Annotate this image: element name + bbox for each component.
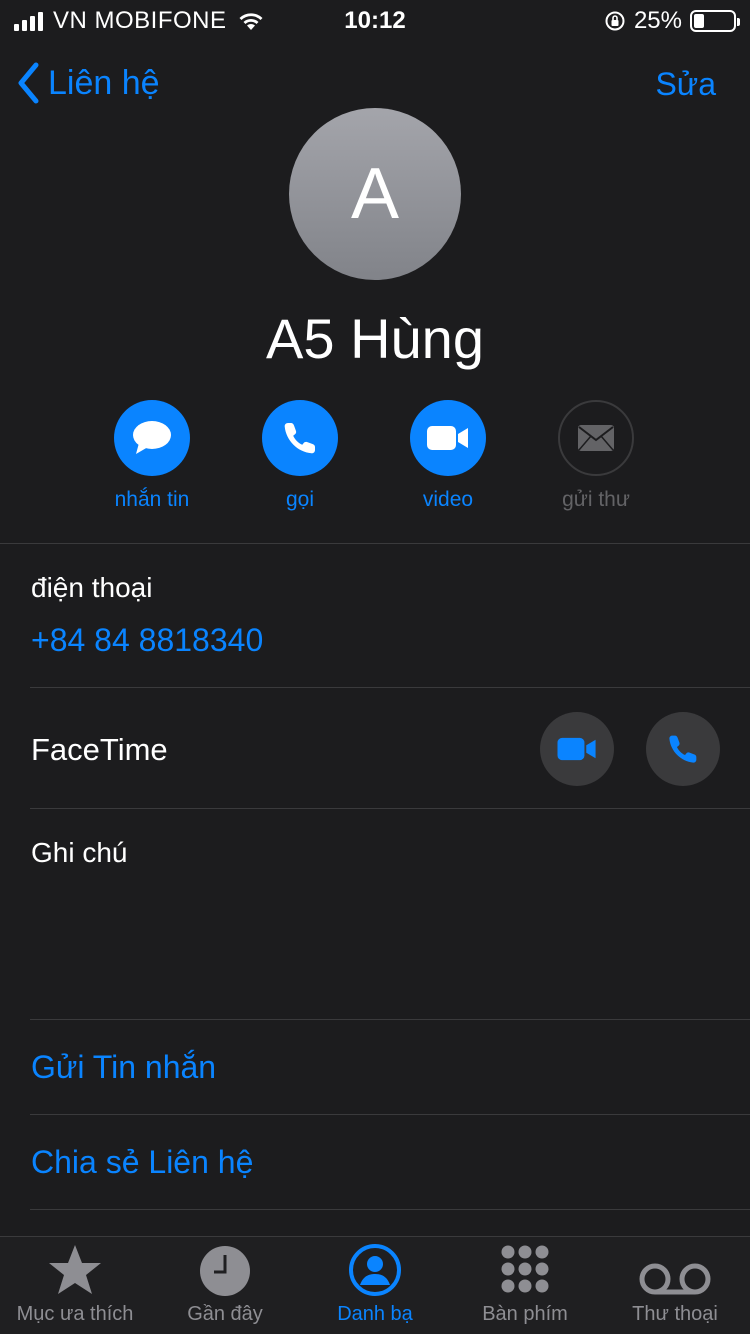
- keypad-icon: [501, 1245, 549, 1293]
- divider: [0, 543, 750, 544]
- tab-label: Mục ưa thích: [16, 1303, 134, 1325]
- phone-icon: [284, 423, 315, 454]
- contact-name: A5 Hùng: [266, 307, 484, 370]
- divider: [30, 808, 750, 809]
- avatar: A: [289, 108, 461, 280]
- send-message-link[interactable]: Gửi Tin nhắn: [31, 1049, 216, 1086]
- tab-bar: Mục ưa thích Gần đây Danh bạ Bàn phím Th…: [0, 1236, 750, 1334]
- status-right: 25%: [604, 7, 740, 35]
- tab-keypad[interactable]: Bàn phím: [450, 1237, 600, 1334]
- message-button[interactable]: nhắn tin: [87, 400, 217, 512]
- mail-icon: [578, 425, 614, 451]
- tab-voicemail[interactable]: Thư thoại: [600, 1237, 750, 1334]
- video-label: video: [422, 488, 474, 511]
- message-icon: [133, 421, 171, 454]
- navigation-bar: Liên hệ Sửa: [0, 58, 750, 114]
- tab-icon-wrap: [600, 1237, 750, 1303]
- back-label: Liên hệ: [48, 63, 160, 102]
- orientation-lock-icon: [605, 11, 625, 31]
- message-label: nhắn tin: [114, 488, 190, 511]
- tab-icon-wrap: [0, 1237, 150, 1303]
- divider: [30, 687, 750, 688]
- divider: [30, 1209, 750, 1210]
- back-button[interactable]: Liên hệ: [16, 62, 160, 104]
- tab-label: Danh bạ: [337, 1303, 413, 1325]
- contact-actions: nhắn tin gọi video gửi thư: [0, 400, 750, 520]
- tab-contacts[interactable]: Danh bạ: [300, 1237, 450, 1334]
- tab-icon-wrap: [300, 1237, 450, 1303]
- edit-button[interactable]: Sửa: [655, 66, 716, 103]
- battery-percent: 25%: [633, 7, 682, 34]
- avatar-initial: A: [350, 154, 400, 234]
- tab-label: Gần đây: [187, 1303, 263, 1325]
- voicemail-icon: [639, 1263, 711, 1295]
- battery-level: [694, 14, 704, 28]
- battery-icon: [690, 10, 740, 32]
- phone-icon: [669, 735, 697, 763]
- video-icon: [557, 737, 596, 761]
- phone-label: điện thoại: [31, 572, 153, 603]
- share-contact-link[interactable]: Chia sẻ Liên hệ: [31, 1144, 253, 1181]
- mail-label: gửi thư: [562, 488, 630, 511]
- battery-cap: [737, 18, 740, 26]
- video-button-circle: [410, 400, 486, 476]
- mail-button[interactable]: gửi thư: [531, 400, 661, 512]
- contacts-icon: [349, 1244, 401, 1296]
- tab-icon-wrap: [150, 1237, 300, 1303]
- clock-icon: [200, 1246, 250, 1296]
- tab-icon-wrap: [450, 1237, 600, 1303]
- message-button-circle: [114, 400, 190, 476]
- notes-field[interactable]: Ghi chú: [31, 837, 128, 869]
- status-bar: VN MOBIFONE 10:12 25%: [0, 0, 750, 40]
- star-icon: [49, 1245, 101, 1294]
- mail-button-circle: [558, 400, 634, 476]
- facetime-audio-button[interactable]: [646, 712, 720, 786]
- call-button-circle: [262, 400, 338, 476]
- chevron-left-icon: [18, 62, 39, 104]
- tab-label: Bàn phím: [482, 1303, 568, 1325]
- facetime-video-button[interactable]: [540, 712, 614, 786]
- tab-favorites[interactable]: Mục ưa thích: [0, 1237, 150, 1334]
- tab-label: Thư thoại: [632, 1303, 718, 1325]
- call-button[interactable]: gọi: [235, 400, 365, 512]
- call-label: gọi: [285, 488, 315, 511]
- video-icon: [427, 426, 468, 450]
- phone-number-link[interactable]: +84 84 8818340: [31, 622, 263, 659]
- video-button[interactable]: video: [383, 400, 513, 512]
- divider: [30, 1019, 750, 1020]
- divider: [30, 1114, 750, 1115]
- facetime-label: FaceTime: [31, 732, 168, 767]
- tab-recents[interactable]: Gần đây: [150, 1237, 300, 1334]
